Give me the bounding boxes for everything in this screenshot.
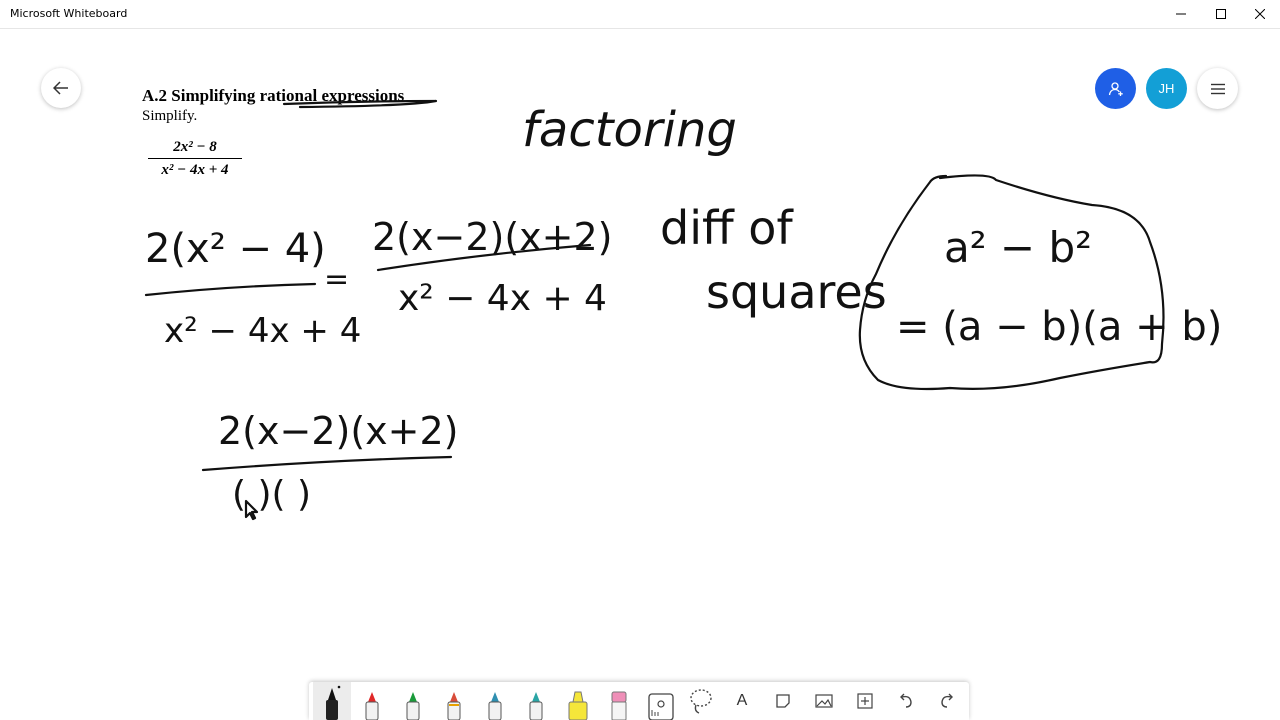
add-icon [857,693,873,709]
galaxy-pen-icon [488,692,502,720]
ink-step3-numerator: 2(x−2)(x+2) [218,409,459,453]
ink-step1-numerator: 2(x² − 4) [145,226,326,272]
undo-icon [900,693,912,708]
ink-diff-of: diff of [660,201,794,255]
red-pen-icon [365,692,379,720]
ink-step3-denominator: ( )( ) [232,474,311,515]
tool-note[interactable] [764,682,802,720]
ink-box-line1: a² − b² [944,223,1092,272]
redo-button[interactable] [928,682,966,720]
black-pen-icon [326,685,341,720]
tool-highlighter[interactable] [559,682,597,720]
ink-box-line2: = (a − b)(a + b) [896,304,1222,350]
lasso-icon [690,689,712,714]
ink-step3-bar [201,455,453,472]
eraser-icon [611,691,627,720]
tool-black-pen[interactable] [313,682,351,720]
ink-step1-bar [144,282,317,297]
tool-eraser[interactable] [600,682,638,720]
tool-teal-pen[interactable] [517,682,555,720]
ink-step2-denominator: x² − 4x + 4 [398,278,607,319]
highlighter-icon [568,691,588,720]
green-pen-icon [406,692,420,720]
ink-underline [282,99,438,109]
undo-button[interactable] [887,682,925,720]
tool-galaxy-pen[interactable] [476,682,514,720]
inking-toolbar: A [309,682,969,720]
ink-circle-outline [858,174,1165,391]
tool-image[interactable] [805,682,843,720]
image-icon [815,694,833,708]
ink-squares: squares [706,265,887,319]
ruler-icon [648,693,674,720]
ink-factoring: factoring [522,102,737,158]
tool-rainbow-pen[interactable] [435,682,473,720]
text-tool-icon: A [736,692,748,709]
tool-text[interactable]: A [723,682,761,720]
ink-equals-sign: = [324,262,349,297]
tool-lasso[interactable] [682,682,720,720]
tool-insert[interactable] [846,682,884,720]
ink-layer: factoring 2(x² − 4) x² − 4x + 4 = 2(x−2)… [144,99,1222,521]
ink-step2-numerator: 2(x−2)(x+2) [372,215,613,259]
tool-red-pen[interactable] [353,682,391,720]
ink-step1-denominator: x² − 4x + 4 [164,311,361,351]
note-icon [776,694,790,708]
tool-green-pen[interactable] [394,682,432,720]
teal-pen-icon [529,692,543,720]
rainbow-pen-icon [447,692,461,720]
tool-ruler[interactable] [642,682,680,720]
redo-icon [941,693,953,708]
